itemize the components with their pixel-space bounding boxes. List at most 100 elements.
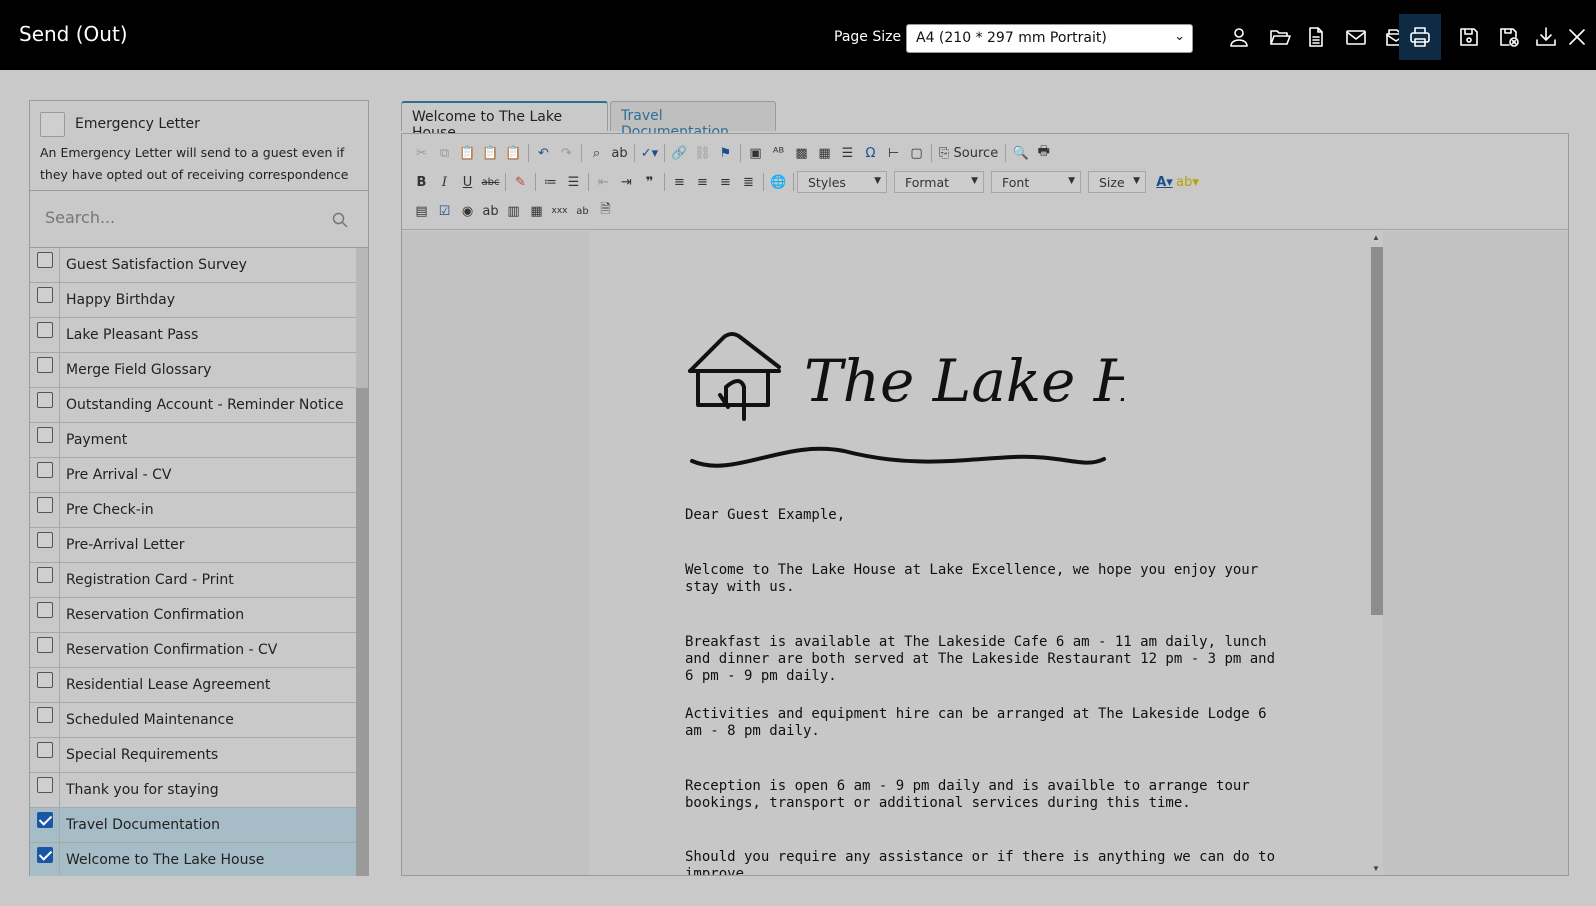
letter-greeting[interactable]: Dear Guest Example, (685, 507, 1275, 524)
styles-combo[interactable]: Styles ▼ (797, 171, 887, 193)
close-button[interactable] (1562, 15, 1592, 59)
hidden-field-icon[interactable]: 🗎 (594, 200, 617, 222)
preview-icon[interactable]: 🔍 (1009, 142, 1032, 164)
template-checkbox[interactable] (37, 777, 53, 793)
list-item[interactable]: Reservation Confirmation (30, 598, 356, 633)
tab-welcome[interactable]: Welcome to The Lake House (401, 101, 608, 141)
list-item[interactable]: Payment (30, 423, 356, 458)
template-checkbox[interactable] (37, 462, 53, 478)
outdent-icon[interactable]: ⇤ (592, 171, 615, 193)
list-scrollbar-thumb[interactable] (356, 248, 368, 388)
align-justify-icon[interactable]: ≣ (737, 171, 760, 193)
italic-icon[interactable]: I (433, 171, 456, 193)
scroll-down-icon[interactable]: ▼ (1372, 864, 1380, 873)
list-item[interactable]: Thank you for staying (30, 773, 356, 808)
size-combo[interactable]: Size ▼ (1088, 171, 1146, 193)
list-item[interactable]: Happy Birthday (30, 283, 356, 318)
horizontal-line-icon[interactable]: ☰ (836, 142, 859, 164)
document-page[interactable]: The Lake House. Dear Guest Example, Welc… (589, 231, 1379, 875)
special-char-icon[interactable]: Ω (859, 142, 882, 164)
letter-paragraph[interactable]: Welcome to The Lake House at Lake Excell… (685, 562, 1275, 596)
document-scrollbar[interactable]: ▲ ▼ (1369, 231, 1383, 875)
bold-icon[interactable]: B (410, 171, 433, 193)
template-checkbox[interactable] (37, 322, 53, 338)
background-color-icon[interactable]: ab▾ (1176, 171, 1199, 193)
list-item[interactable]: Residential Lease Agreement (30, 668, 356, 703)
list-item[interactable]: Registration Card - Print (30, 563, 356, 598)
find-icon[interactable]: ⌕ (585, 142, 608, 164)
paste-icon[interactable]: 📋 (456, 142, 479, 164)
list-item[interactable]: Pre Check-in (30, 493, 356, 528)
template-checkbox[interactable] (37, 567, 53, 583)
template-checkbox[interactable] (37, 392, 53, 408)
download-button[interactable] (1525, 15, 1567, 59)
letter-paragraph[interactable]: Reception is open 6 am - 9 pm daily and … (685, 778, 1275, 812)
format-combo[interactable]: Format ▼ (894, 171, 984, 193)
image-icon[interactable]: ▣ (744, 142, 767, 164)
tab-travel-documentation[interactable]: Travel Documentation (610, 101, 776, 140)
language-icon[interactable]: 🌐 (767, 171, 790, 193)
align-left-icon[interactable]: ≡ (668, 171, 691, 193)
list-item[interactable]: Pre-Arrival Letter (30, 528, 356, 563)
search-input[interactable]: Search... (45, 208, 115, 227)
button-field-icon[interactable]: xxx (548, 200, 571, 222)
template-checkbox[interactable] (37, 812, 53, 828)
document-button[interactable] (1295, 15, 1337, 59)
iframe-icon[interactable]: ▢ (905, 142, 928, 164)
print-preview-icon[interactable]: 🖶 (1032, 142, 1055, 164)
template-checkbox[interactable] (37, 637, 53, 653)
spellcheck-icon[interactable]: ✓▾ (638, 142, 661, 164)
unlink-icon[interactable]: ⛓ (691, 142, 714, 164)
form-icon[interactable]: ▤ (410, 200, 433, 222)
list-item[interactable]: Guest Satisfaction Survey (30, 248, 356, 283)
paste-word-icon[interactable]: 📋 (502, 142, 525, 164)
list-item[interactable]: Special Requirements (30, 738, 356, 773)
indent-icon[interactable]: ⇥ (615, 171, 638, 193)
image-button-field-icon[interactable]: ab (571, 200, 594, 222)
email-button[interactable] (1335, 15, 1377, 59)
emergency-letter-checkbox[interactable] (40, 112, 65, 137)
blockquote-icon[interactable]: ❞ (638, 171, 661, 193)
template-checkbox[interactable] (37, 602, 53, 618)
numbered-list-icon[interactable]: ≔ (539, 171, 562, 193)
list-item[interactable]: Merge Field Glossary (30, 353, 356, 388)
scroll-up-icon[interactable]: ▲ (1372, 233, 1380, 242)
list-item[interactable]: Welcome to The Lake House (30, 843, 356, 876)
list-item[interactable]: Outstanding Account - Reminder Notice (30, 388, 356, 423)
template-checkbox[interactable] (37, 357, 53, 373)
table-icon[interactable]: ▦ (813, 142, 836, 164)
list-item[interactable]: Pre Arrival - CV (30, 458, 356, 493)
letter-paragraph[interactable]: Breakfast is available at The Lakeside C… (685, 634, 1275, 685)
font-combo[interactable]: Font ▼ (991, 171, 1081, 193)
page-break-icon[interactable]: ⊢ (882, 142, 905, 164)
search-icon[interactable] (332, 212, 348, 228)
bulleted-list-icon[interactable]: ☰ (562, 171, 585, 193)
checkbox-field-icon[interactable]: ☑ (433, 200, 456, 222)
template-checkbox[interactable] (37, 497, 53, 513)
list-item[interactable]: Reservation Confirmation - CV (30, 633, 356, 668)
cut-icon[interactable]: ✂ (410, 142, 433, 164)
template-checkbox[interactable] (37, 672, 53, 688)
replace-icon[interactable]: ab (608, 142, 631, 164)
select-field-icon[interactable]: ▦ (525, 200, 548, 222)
list-item[interactable]: Lake Pleasant Pass (30, 318, 356, 353)
underline-icon[interactable]: U (456, 171, 479, 193)
guest-button[interactable] (1218, 15, 1260, 59)
document-area[interactable]: The Lake House. Dear Guest Example, Welc… (402, 231, 1568, 875)
redo-icon[interactable]: ↷ (555, 142, 578, 164)
document-scrollbar-thumb[interactable] (1371, 247, 1383, 615)
align-center-icon[interactable]: ≡ (691, 171, 714, 193)
link-icon[interactable]: 🔗 (668, 142, 691, 164)
template-checkbox[interactable] (37, 427, 53, 443)
source-button[interactable]: ⎘ Source (935, 142, 1002, 164)
list-scrollbar[interactable] (356, 248, 368, 876)
print-button[interactable] (1399, 14, 1441, 60)
template-checkbox[interactable] (37, 742, 53, 758)
anchor-icon[interactable]: ⚑ (714, 142, 737, 164)
page-size-select[interactable]: A4 (210 * 297 mm Portrait) ⌄ (906, 24, 1193, 53)
letter-paragraph[interactable]: Should you require any assistance or if … (685, 849, 1275, 875)
template-checkbox[interactable] (37, 532, 53, 548)
strikethrough-icon[interactable]: abc (479, 171, 502, 193)
save-close-button[interactable] (1488, 15, 1530, 59)
list-item[interactable]: Scheduled Maintenance (30, 703, 356, 738)
